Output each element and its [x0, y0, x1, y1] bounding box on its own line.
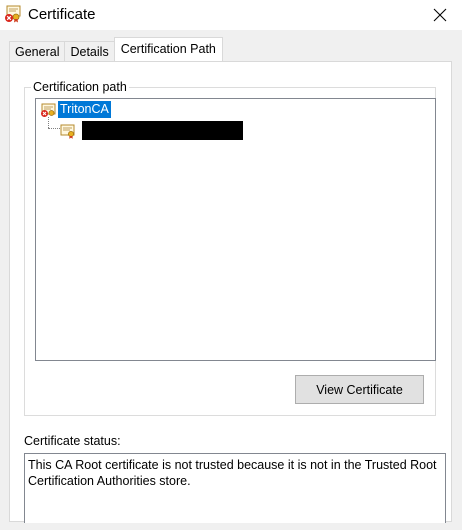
- redacted-certificate-name: [82, 121, 243, 140]
- tree-node-child[interactable]: [60, 121, 243, 140]
- certification-path-group: Certification path TritonCA View Certifi…: [24, 79, 436, 416]
- close-icon: [433, 8, 447, 22]
- certification-path-tree[interactable]: TritonCA: [35, 98, 436, 361]
- certificate-dialog: Certificate General Details Certificatio…: [0, 0, 462, 530]
- close-button[interactable]: [422, 0, 458, 30]
- view-certificate-button[interactable]: View Certificate: [295, 375, 424, 404]
- certificate-icon: [60, 124, 75, 139]
- title-bar[interactable]: Certificate: [0, 0, 462, 30]
- tab-strip: General Details Certification Path: [9, 37, 223, 61]
- tree-node-label: TritonCA: [58, 101, 111, 118]
- dialog-body: General Details Certification Path Certi…: [0, 30, 462, 530]
- tree-connector: [48, 128, 60, 129]
- tree-connector: [48, 117, 49, 128]
- certificate-status-label: Certificate status:: [24, 434, 121, 448]
- window-title: Certificate: [28, 6, 96, 23]
- certificate-status-text[interactable]: This CA Root certificate is not trusted …: [24, 453, 446, 523]
- tree-node-root[interactable]: TritonCA: [40, 101, 111, 118]
- certificate-error-icon: [5, 5, 21, 23]
- tab-certification-path[interactable]: Certification Path: [113, 37, 223, 61]
- tab-panel: Certification path TritonCA View Certifi…: [9, 61, 452, 523]
- group-label: Certification path: [31, 79, 129, 95]
- certificate-error-icon: [41, 103, 56, 117]
- tab-general[interactable]: General: [9, 41, 66, 61]
- tab-details[interactable]: Details: [64, 41, 115, 61]
